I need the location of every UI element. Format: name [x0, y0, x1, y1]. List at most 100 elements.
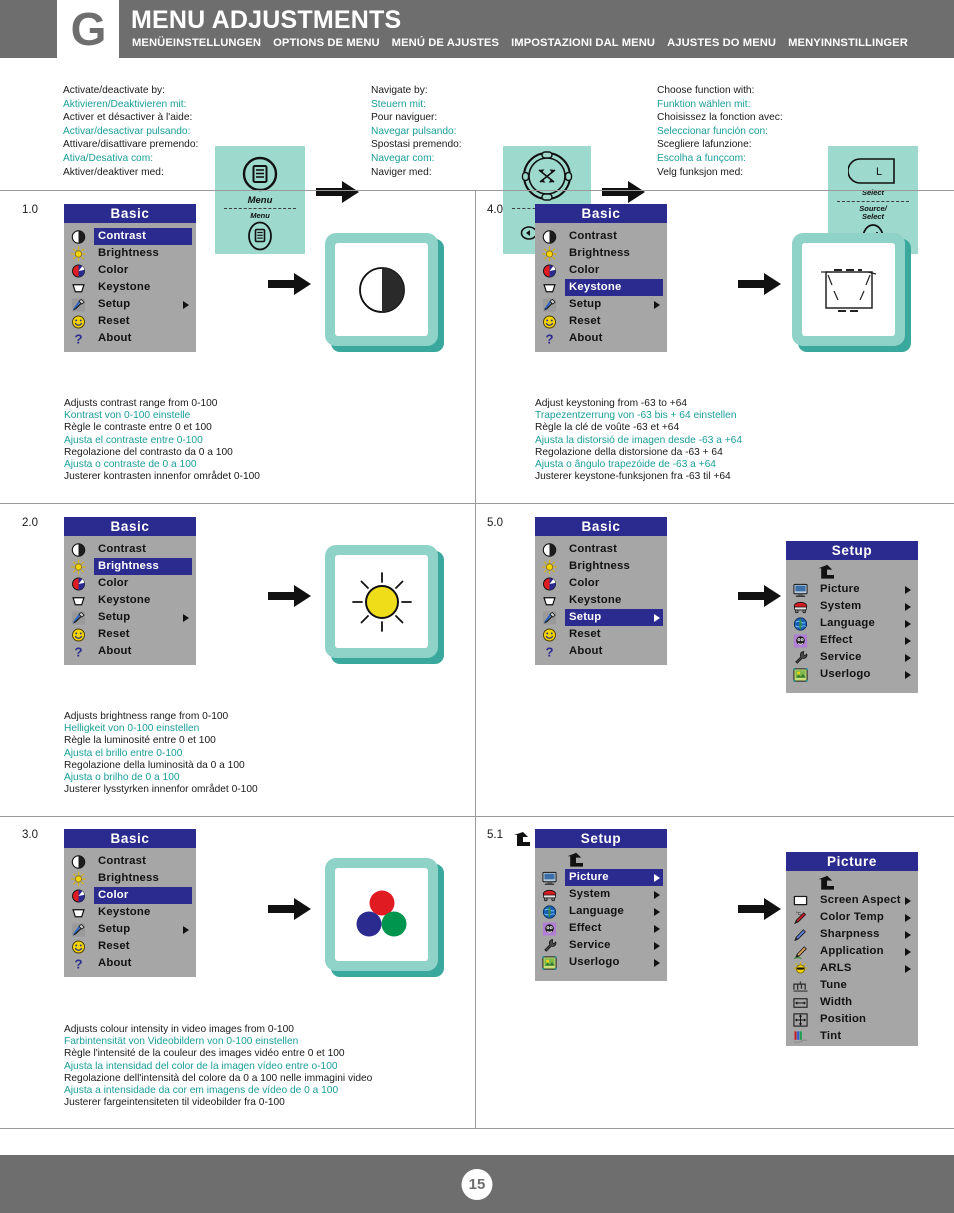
osd-item-color[interactable]: Color	[64, 887, 196, 904]
osd-item-keystone[interactable]: Keystone	[535, 279, 667, 296]
service-icon	[542, 938, 557, 953]
osd-item-label: Picture	[565, 869, 663, 886]
osd-item-tune[interactable]: Tune	[786, 977, 918, 994]
osd-item-list: Contrast Brightness Color Keystone Setup Rese…	[535, 223, 667, 355]
osd-item-tint[interactable]: Tint	[786, 1028, 918, 1045]
osd-item-reset[interactable]: Reset	[535, 626, 667, 643]
osd-item-setup[interactable]: Setup	[64, 921, 196, 938]
osd-item-brightness[interactable]: Brightness	[535, 245, 667, 262]
osd-item-color[interactable]: Color	[535, 575, 667, 592]
osd-item-brightness[interactable]: Brightness	[535, 558, 667, 575]
osd-item-label: Contrast	[98, 855, 147, 867]
divider-row3	[0, 1128, 954, 1129]
osd-item-label: Contrast	[98, 543, 147, 555]
osd-back-up-icon[interactable]	[786, 564, 918, 581]
chevron-right-icon	[905, 653, 911, 662]
osd-item-language[interactable]: Language	[786, 615, 918, 632]
osd-item-about[interactable]: ? About	[64, 955, 196, 972]
osd-item-label: About	[98, 957, 132, 969]
language-icon	[542, 904, 557, 919]
chevron-right-icon	[905, 896, 911, 905]
osd-item-brightness[interactable]: Brightness	[64, 245, 196, 262]
osd-item-label: Effect	[569, 922, 602, 934]
language-icon	[793, 616, 808, 631]
osd-item-language[interactable]: Language	[535, 903, 667, 920]
osd-item-keystone[interactable]: Keystone	[64, 279, 196, 296]
osd-item-keystone[interactable]: Keystone	[535, 592, 667, 609]
instruction-line: Pour naviguer:	[371, 112, 438, 124]
osd-item-about[interactable]: ? About	[535, 643, 667, 660]
osd-item-color[interactable]: Color	[64, 575, 196, 592]
osd-item-contrast[interactable]: Contrast	[64, 228, 196, 245]
osd-item-color-temp[interactable]: °C Color Temp	[786, 909, 918, 926]
color-icon	[71, 576, 86, 591]
osd-basic-menu-1[interactable]: Basic Contrast Brightness Color Keystone Setu…	[64, 204, 196, 352]
osd-picture-menu[interactable]: Picture Screen Aspect °C Color Temp Sharpnes…	[786, 852, 918, 1046]
osd-item-position[interactable]: Position	[786, 1011, 918, 1028]
osd-item-setup[interactable]: Setup	[535, 296, 667, 313]
osd-item-brightness[interactable]: Brightness	[64, 558, 196, 575]
osd-item-userlogo[interactable]: Userlogo	[535, 954, 667, 971]
osd-basic-menu-3[interactable]: Basic Contrast Brightness Color Keystone Setu…	[64, 829, 196, 977]
osd-item-reset[interactable]: Reset	[535, 313, 667, 330]
osd-item-about[interactable]: ? About	[535, 330, 667, 347]
osd-item-setup[interactable]: Setup	[535, 609, 667, 626]
osd-item-arls[interactable]: ARLS	[786, 960, 918, 977]
osd-item-setup[interactable]: Setup	[64, 296, 196, 313]
osd-basic-menu-2[interactable]: Basic Contrast Brightness Color Keystone Setu…	[64, 517, 196, 665]
osd-title-bar: Basic	[64, 204, 196, 223]
description-line: Kontrast von 0-100 einstelle	[64, 410, 191, 422]
arrow-right-icon-6	[738, 584, 782, 613]
osd-basic-menu-4[interactable]: Basic Contrast Brightness Color Keystone Setu…	[535, 204, 667, 352]
system-icon	[542, 887, 557, 902]
osd-item-contrast[interactable]: Contrast	[64, 541, 196, 558]
osd-setup-menu-51[interactable]: Setup Picture System Language Effect Service U…	[535, 829, 667, 981]
osd-item-setup[interactable]: Setup	[64, 609, 196, 626]
osd-item-picture[interactable]: Picture	[535, 869, 667, 886]
description-line: Regolazione del contrasto da 0 a 100	[64, 446, 233, 458]
osd-item-contrast[interactable]: Contrast	[535, 228, 667, 245]
instruction-line: Activar/desactivar pulsando:	[63, 125, 191, 137]
osd-setup-menu-5[interactable]: Setup Picture System Language Effect Service U…	[786, 541, 918, 693]
osd-back-up-icon[interactable]	[535, 852, 667, 869]
osd-item-picture[interactable]: Picture	[786, 581, 918, 598]
rgb-dots-glyph	[356, 890, 406, 936]
osd-item-contrast[interactable]: Contrast	[64, 853, 196, 870]
osd-item-contrast[interactable]: Contrast	[535, 541, 667, 558]
osd-item-reset[interactable]: Reset	[64, 626, 196, 643]
osd-item-system[interactable]: System	[535, 886, 667, 903]
osd-basic-menu-5[interactable]: Basic Contrast Brightness Color Keystone Setu…	[535, 517, 667, 665]
osd-item-system[interactable]: System	[786, 598, 918, 615]
osd-item-sharpness[interactable]: Sharpness	[786, 926, 918, 943]
description-line: Règle l'intensité de la couleur des imag…	[64, 1048, 345, 1060]
preview-inner	[335, 868, 428, 961]
select-button-icon: L	[847, 158, 898, 189]
osd-title-bar: Picture	[786, 852, 918, 871]
divider-row1	[0, 503, 954, 504]
color-icon	[71, 888, 86, 903]
application-icon	[793, 944, 808, 959]
arrow-right-icon-3	[268, 272, 312, 301]
osd-item-width[interactable]: Width	[786, 994, 918, 1011]
osd-item-reset[interactable]: Reset	[64, 938, 196, 955]
osd-item-label: Effect	[820, 634, 853, 646]
osd-item-effect[interactable]: Effect	[786, 632, 918, 649]
osd-item-effect[interactable]: Effect	[535, 920, 667, 937]
osd-back-up-icon[interactable]	[786, 875, 918, 892]
osd-item-userlogo[interactable]: Userlogo	[786, 666, 918, 683]
osd-item-keystone[interactable]: Keystone	[64, 592, 196, 609]
osd-item-keystone[interactable]: Keystone	[64, 904, 196, 921]
osd-item-color[interactable]: Color	[535, 262, 667, 279]
osd-item-about[interactable]: ? About	[64, 330, 196, 347]
osd-item-service[interactable]: Service	[786, 649, 918, 666]
osd-item-color[interactable]: Color	[64, 262, 196, 279]
osd-item-brightness[interactable]: Brightness	[64, 870, 196, 887]
osd-item-about[interactable]: ? About	[64, 643, 196, 660]
osd-item-application[interactable]: Application	[786, 943, 918, 960]
instruction-navigate: Navigate by: Steuern mit: Pour naviguer: Na…	[371, 84, 462, 179]
osd-item-screen-aspect[interactable]: Screen Aspect	[786, 892, 918, 909]
osd-item-label: About	[569, 645, 603, 657]
osd-item-list: Contrast Brightness Color Keystone Setup Rese…	[535, 536, 667, 668]
osd-item-service[interactable]: Service	[535, 937, 667, 954]
osd-item-reset[interactable]: Reset	[64, 313, 196, 330]
